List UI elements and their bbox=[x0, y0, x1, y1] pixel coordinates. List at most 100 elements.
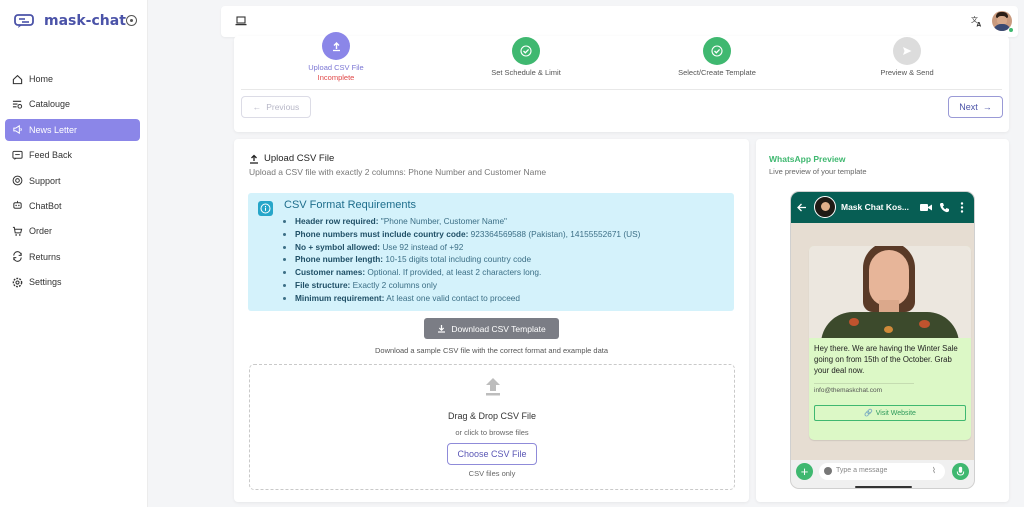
svg-text:A: A bbox=[977, 22, 982, 28]
sidebar-item-label: Home bbox=[29, 74, 54, 84]
requirements-list: Header row required: "Phone Number, Cust… bbox=[295, 215, 640, 305]
step-upload-csv[interactable]: Upload CSV File Incomplete bbox=[256, 32, 416, 82]
emoji-icon[interactable] bbox=[824, 467, 832, 475]
sidebar-item-label: Returns bbox=[29, 251, 61, 262]
info-icon bbox=[258, 201, 273, 216]
message-image bbox=[809, 246, 971, 338]
home-indicator bbox=[855, 486, 912, 488]
step-preview-send[interactable]: Preview & Send bbox=[827, 36, 987, 77]
drop-title: Drag & Drop CSV File bbox=[447, 411, 537, 421]
download-label: Download CSV Template bbox=[451, 323, 546, 334]
requirement-key: Header row required: bbox=[295, 216, 379, 226]
returns-icon bbox=[13, 251, 22, 263]
requirement-key: Phone number length: bbox=[295, 254, 384, 265]
link-icon: 🔗 bbox=[864, 410, 873, 417]
previous-button[interactable]: ← Previous bbox=[241, 96, 311, 118]
sidebar-item-returns[interactable]: Returns bbox=[5, 246, 140, 268]
next-label: Next bbox=[959, 102, 978, 112]
requirements-title: CSV Format Requirements bbox=[284, 199, 417, 211]
message-divider bbox=[814, 383, 914, 384]
message-input[interactable]: Type a message ⌇ bbox=[819, 463, 945, 480]
brand[interactable]: mask-chat bbox=[14, 13, 126, 29]
download-template-button[interactable]: Download CSV Template bbox=[424, 318, 559, 339]
preview-title: WhatsApp Preview bbox=[769, 154, 846, 164]
requirement-item: File structure: Exactly 2 columns only bbox=[295, 279, 640, 292]
download-icon bbox=[438, 325, 446, 333]
sidebar-item-label: Settings bbox=[29, 277, 62, 288]
step-label: Upload CSV File bbox=[308, 63, 364, 72]
requirement-item: No + symbol allowed: Use 92 instead of +… bbox=[295, 241, 640, 254]
sidebar-item-label: Order bbox=[29, 226, 53, 237]
visit-website-button[interactable]: 🔗 Visit Website bbox=[814, 405, 966, 421]
sidebar-item-label: Support bbox=[29, 175, 61, 186]
sidebar-item-settings[interactable]: Settings bbox=[5, 271, 140, 293]
drop-zone[interactable]: Drag & Drop CSV File or click to browse … bbox=[249, 364, 735, 490]
send-icon bbox=[903, 47, 912, 55]
step-schedule[interactable]: Set Schedule & Limit bbox=[446, 36, 606, 77]
sidebar-item-support[interactable]: Support bbox=[5, 170, 140, 192]
step-label: Select/Create Template bbox=[678, 68, 756, 77]
more-options-icon[interactable] bbox=[960, 202, 964, 213]
requirement-key: Minimum requirement: bbox=[295, 292, 385, 303]
requirement-key: Phone numbers must include country code: bbox=[295, 228, 469, 239]
requirement-item: Phone number length: 10-15 digits total … bbox=[295, 253, 640, 266]
arrow-right-icon: → bbox=[982, 102, 992, 112]
video-call-icon[interactable] bbox=[920, 203, 932, 212]
sidebar-item-label: News Letter bbox=[29, 124, 78, 135]
sidebar-item-home[interactable]: Home bbox=[5, 68, 140, 90]
step-circle bbox=[322, 32, 350, 60]
visit-label: Visit Website bbox=[875, 409, 916, 417]
laptop-icon[interactable] bbox=[235, 16, 247, 26]
brand-name: mask-chat bbox=[44, 13, 126, 29]
requirement-text: Optional. If provided, at least 2 charac… bbox=[365, 267, 542, 278]
step-template[interactable]: Select/Create Template bbox=[637, 36, 797, 77]
requirement-key: No + symbol allowed: bbox=[295, 241, 381, 252]
catalogue-icon bbox=[12, 100, 23, 109]
download-hint: Download a sample CSV file with the corr… bbox=[374, 346, 609, 355]
message-email: info@themaskchat.com bbox=[814, 387, 883, 394]
requirement-text: 923364569588 (Pakistan), 14155552671 (US… bbox=[468, 228, 641, 239]
sidebar-item-chatbot[interactable]: ChatBot bbox=[5, 195, 140, 217]
stepper-card: Upload CSV File Incomplete Set Schedule … bbox=[234, 32, 1009, 132]
requirements-box: CSV Format Requirements Header row requi… bbox=[248, 193, 734, 311]
contact-avatar bbox=[814, 196, 836, 218]
drop-hint: or click to browse files bbox=[455, 428, 529, 437]
divider bbox=[241, 89, 1002, 90]
chatbot-icon bbox=[13, 201, 22, 210]
requirement-text: 10-15 digits total including country cod… bbox=[383, 254, 532, 265]
sidebar-item-order[interactable]: Order bbox=[5, 220, 140, 242]
preview-card: WhatsApp Preview Live preview of your te… bbox=[756, 139, 1009, 502]
paperclip-icon[interactable]: ⌇ bbox=[932, 466, 936, 475]
sidebar-item-catalogue[interactable]: Catalouge bbox=[5, 93, 140, 115]
sidebar: mask-chat Home Catalouge News Letter Fee… bbox=[0, 0, 148, 507]
attach-plus-icon[interactable]: + bbox=[796, 463, 813, 480]
back-arrow-icon[interactable] bbox=[796, 202, 807, 213]
chat-header: Mask Chat Kos... bbox=[791, 192, 974, 223]
requirement-text: Use 92 instead of +92 bbox=[380, 241, 464, 252]
sidebar-item-label: ChatBot bbox=[29, 200, 62, 211]
cart-icon bbox=[12, 226, 23, 236]
upload-heading: Upload CSV File bbox=[249, 153, 334, 164]
requirement-text: Exactly 2 columns only bbox=[350, 279, 438, 290]
choose-file-button[interactable]: Choose CSV File bbox=[447, 443, 537, 465]
megaphone-icon bbox=[13, 125, 22, 135]
phone-mockup: Mask Chat Kos... Hey there. We are havin… bbox=[790, 191, 975, 489]
sidebar-item-news-letter[interactable]: News Letter bbox=[5, 118, 140, 141]
step-circle bbox=[703, 37, 731, 65]
step-circle bbox=[512, 37, 540, 65]
microphone-icon[interactable] bbox=[952, 463, 969, 480]
next-button[interactable]: Next → bbox=[948, 96, 1003, 118]
stepper: Upload CSV File Incomplete Set Schedule … bbox=[234, 32, 1009, 86]
sidebar-toggle-icon[interactable] bbox=[126, 15, 137, 26]
upload-card: Upload CSV File Upload a CSV file with e… bbox=[234, 139, 749, 502]
preview-subtitle: Live preview of your template bbox=[769, 167, 867, 176]
translate-icon[interactable]: 文A bbox=[971, 15, 983, 27]
check-icon bbox=[520, 45, 532, 57]
message-text: Hey there. We are having the Winter Sale… bbox=[814, 344, 958, 375]
arrow-left-icon: ← bbox=[252, 102, 262, 112]
sidebar-item-label: Feed Back bbox=[29, 150, 73, 161]
logo-icon bbox=[14, 14, 34, 28]
sidebar-item-feed-back[interactable]: Feed Back bbox=[5, 144, 140, 166]
home-icon bbox=[12, 74, 23, 84]
phone-call-icon[interactable] bbox=[939, 202, 950, 213]
